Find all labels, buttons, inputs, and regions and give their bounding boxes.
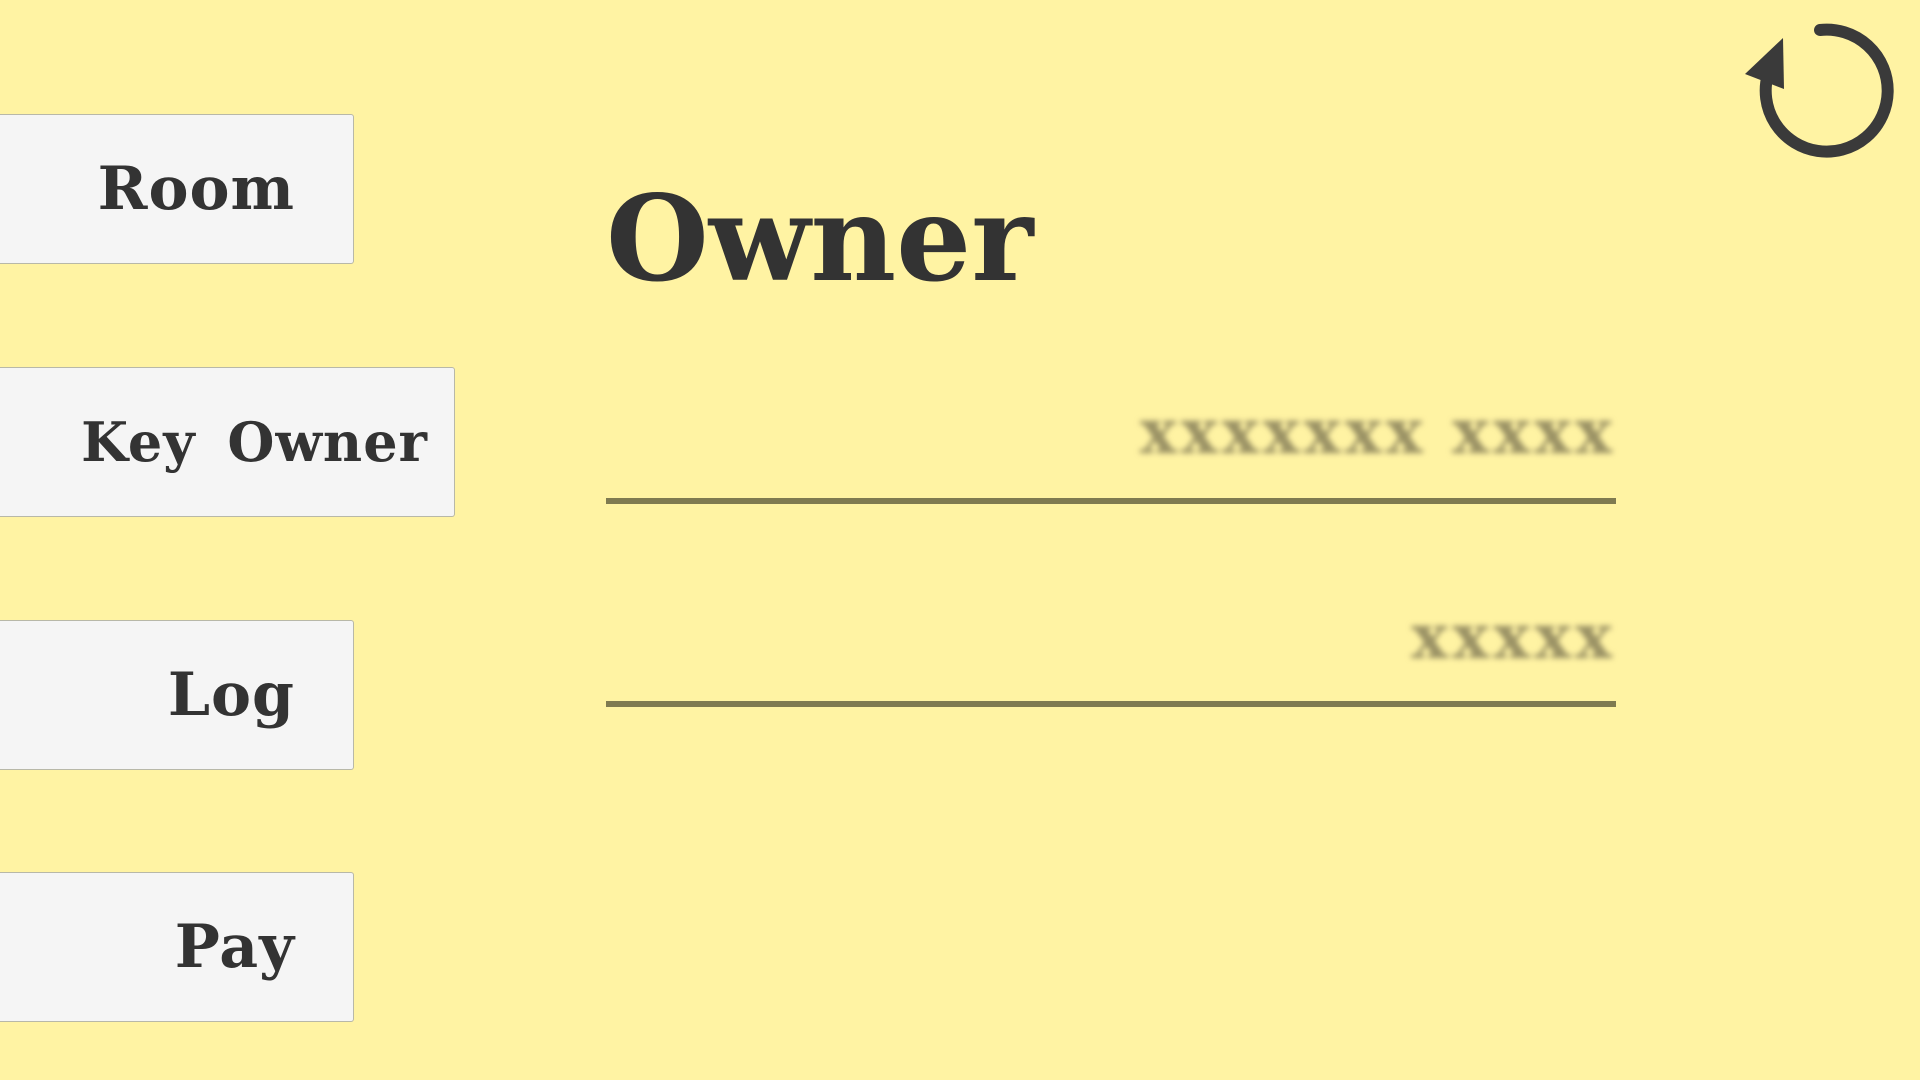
refresh-icon <box>1745 23 1894 158</box>
owner-detail-value: xxxxx <box>1411 600 1616 673</box>
pay-button[interactable]: Pay <box>0 872 354 1022</box>
owner-name-field[interactable]: xxxxxxx xxxx <box>606 395 1616 505</box>
room-button[interactable]: Room <box>0 114 354 264</box>
owner-detail-field[interactable]: xxxxx <box>606 600 1616 710</box>
owner-name-underline <box>606 498 1616 504</box>
log-button-label: Log <box>167 660 295 730</box>
key-owner-button-label: Key Owner <box>81 410 428 474</box>
refresh-button[interactable] <box>1735 14 1895 174</box>
owner-detail-underline <box>606 701 1616 707</box>
log-button[interactable]: Log <box>0 620 354 770</box>
key-owner-button[interactable]: Key Owner <box>0 367 455 517</box>
room-button-label: Room <box>97 154 295 224</box>
page-title: Owner <box>606 169 1034 308</box>
pay-button-label: Pay <box>174 912 295 982</box>
owner-name-value: xxxxxxx xxxx <box>1139 395 1616 468</box>
